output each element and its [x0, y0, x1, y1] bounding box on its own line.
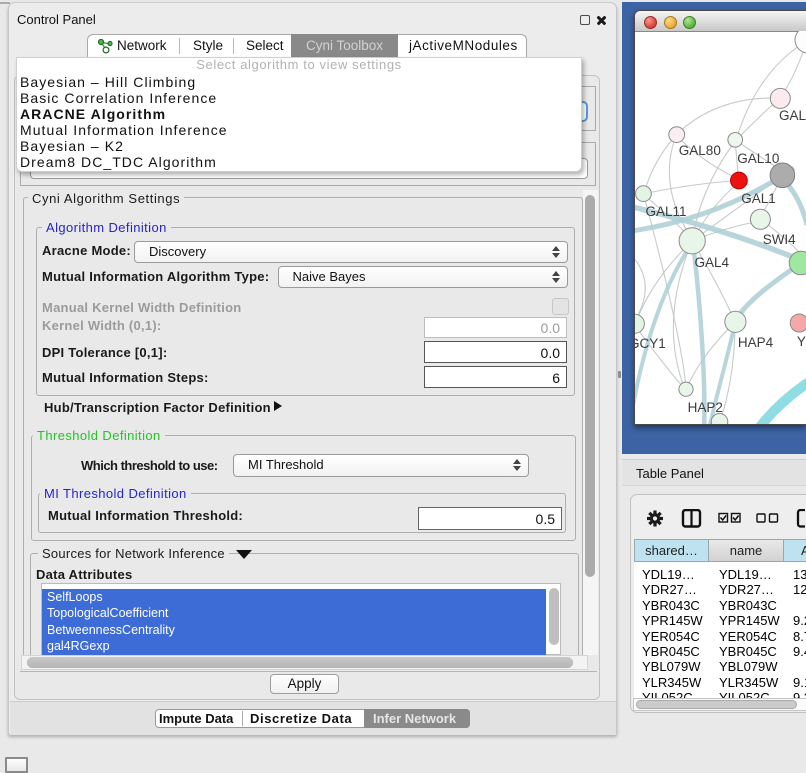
- svg-text:GAL10: GAL10: [737, 151, 779, 166]
- svg-text:Y: Y: [797, 334, 806, 349]
- svg-text:GAL4: GAL4: [695, 255, 730, 270]
- svg-text:GAL7: GAL7: [779, 108, 806, 123]
- svg-text:GAL80: GAL80: [679, 143, 721, 158]
- svg-text:GAL11: GAL11: [646, 204, 687, 219]
- svg-text:GCY1: GCY1: [635, 336, 666, 351]
- svg-text:HAP4: HAP4: [738, 335, 774, 350]
- svg-text:HAP2: HAP2: [688, 400, 723, 415]
- svg-text:SWI4: SWI4: [763, 232, 796, 247]
- svg-text:GAL1: GAL1: [741, 191, 776, 206]
